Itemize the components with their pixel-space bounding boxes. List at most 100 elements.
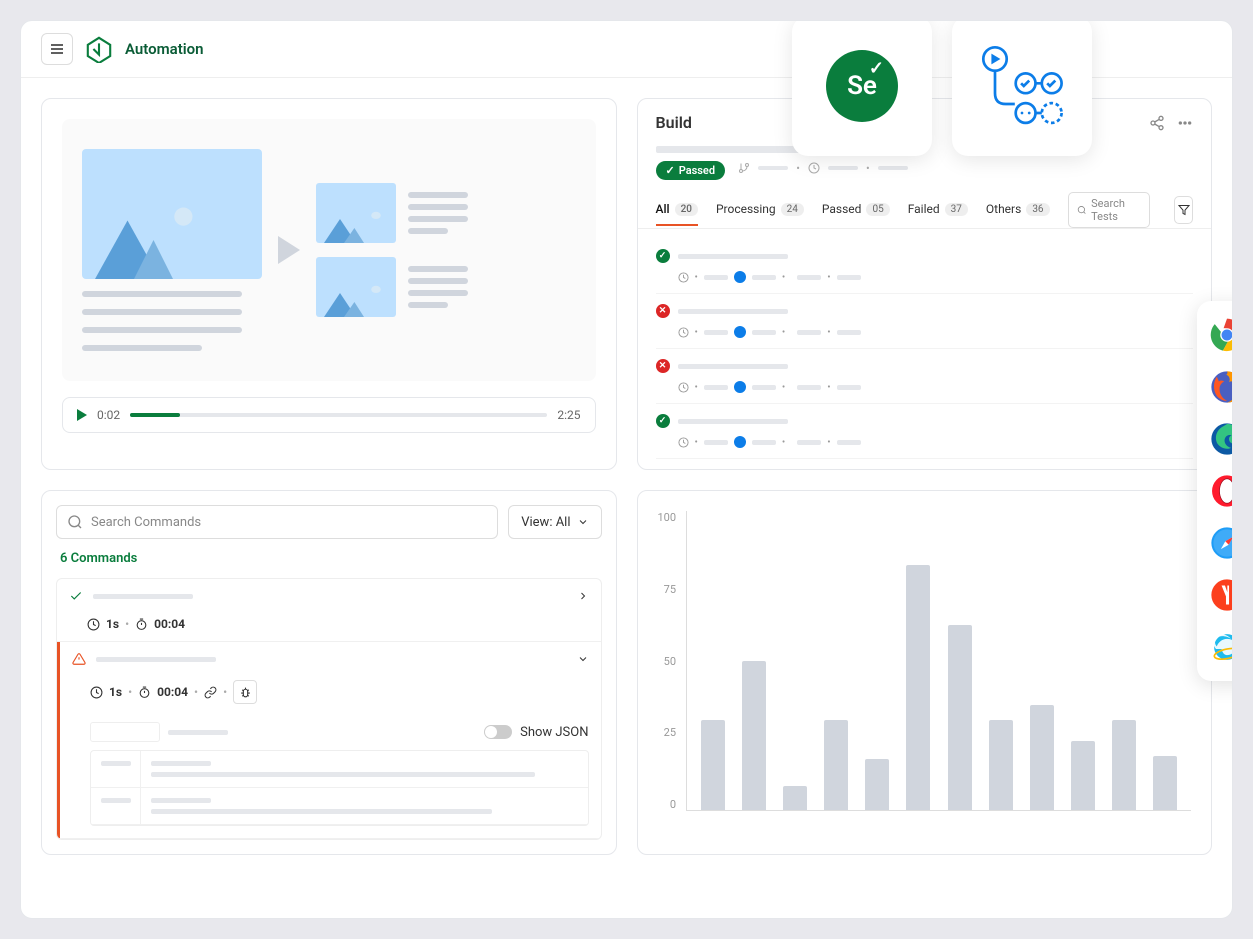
status-passed-icon: ✓ [656, 249, 670, 263]
chart-bar [824, 720, 848, 810]
test-row[interactable]: ✕ • • • [656, 294, 1194, 349]
check-icon [69, 589, 83, 603]
bug-icon [239, 686, 252, 699]
command-list: 1s• 00:04 1s• 0 [56, 578, 602, 840]
chart-bar [1112, 720, 1136, 810]
y-tick: 75 [664, 583, 676, 596]
y-tick: 25 [664, 726, 676, 739]
search-tests-input[interactable]: Search Tests [1068, 192, 1151, 228]
status-badge: ✓ Passed [656, 161, 726, 180]
brand-logo-icon [85, 35, 113, 63]
browser-dock [1197, 301, 1233, 681]
test-list: ✓ • • • ✕ • • • ✕ [638, 229, 1212, 469]
search-icon [1077, 204, 1087, 216]
chart-bars [686, 511, 1191, 811]
current-time: 0:02 [97, 408, 120, 422]
windows-icon [734, 271, 746, 283]
command-details-table [90, 750, 589, 826]
progress-slider[interactable] [130, 413, 547, 417]
video-thumbnail-area [62, 119, 596, 381]
windows-icon [734, 381, 746, 393]
chevron-down-icon [577, 653, 589, 665]
y-tick: 100 [658, 511, 677, 524]
play-button[interactable] [77, 409, 87, 421]
chevron-right-icon [577, 590, 589, 602]
test-row[interactable]: ✕ • • • [656, 349, 1194, 404]
command-item[interactable]: 1s• 00:04 [57, 579, 601, 642]
chart-bar [865, 759, 889, 810]
integration-github-actions [952, 20, 1092, 156]
ie-icon [1209, 629, 1233, 665]
safari-icon [1209, 525, 1233, 561]
chart-card: 100 75 50 25 0 [637, 490, 1213, 855]
integration-cards: Se [792, 20, 1092, 156]
github-actions-icon [977, 41, 1067, 131]
thumbnail-item [316, 257, 396, 317]
tab-processing[interactable]: Processing24 [716, 194, 804, 226]
build-tabs: All20 Processing24 Passed05 Failed37 Oth… [638, 192, 1212, 229]
chrome-icon [1209, 317, 1233, 353]
chart-bar [701, 720, 725, 810]
tab-all[interactable]: All20 [656, 194, 698, 226]
tab-passed[interactable]: Passed05 [822, 194, 890, 226]
chart-bar [1071, 741, 1095, 810]
tab-others[interactable]: Others36 [986, 194, 1050, 226]
test-row[interactable]: ✓ • • • [656, 404, 1194, 459]
show-json-label: Show JSON [520, 725, 588, 740]
main-content: 0:02 2:25 Build ✓ Passed •• All20 Proc [21, 78, 1232, 875]
play-icon [278, 236, 300, 264]
show-json-toggle[interactable] [484, 725, 512, 739]
test-row[interactable]: ✓ • • • [656, 239, 1194, 294]
chart-bar [906, 565, 930, 810]
commands-count: 6 Commands [56, 539, 602, 578]
app-window: Automation [20, 20, 1233, 919]
commands-card: Search Commands View: All 6 Commands [41, 490, 617, 855]
bug-button[interactable] [233, 680, 257, 704]
firefox-icon [1209, 369, 1233, 405]
clock-icon [87, 618, 100, 631]
edge-icon [1209, 421, 1233, 457]
chart-bar [948, 625, 972, 810]
duration: 2:25 [557, 408, 580, 422]
status-failed-icon: ✕ [656, 359, 670, 373]
yandex-icon [1209, 577, 1233, 613]
chart-bar [989, 720, 1013, 810]
clock-icon [678, 382, 689, 393]
chart-bar [783, 786, 807, 810]
search-commands-input[interactable]: Search Commands [56, 505, 498, 539]
stopwatch-icon [138, 686, 151, 699]
stopwatch-icon [135, 618, 148, 631]
link-icon [204, 686, 217, 699]
chevron-down-icon [577, 516, 589, 528]
y-tick: 50 [664, 655, 676, 668]
command-item[interactable]: 1s• 00:04• • Show JSON [57, 642, 601, 839]
windows-icon [734, 436, 746, 448]
integration-selenium: Se [792, 20, 932, 156]
view-dropdown[interactable]: View: All [508, 505, 601, 539]
branch-icon [738, 162, 750, 174]
video-preview-card: 0:02 2:25 [41, 98, 617, 470]
more-icon[interactable] [1177, 115, 1193, 131]
windows-icon [734, 326, 746, 338]
clock-icon [678, 327, 689, 338]
build-title: Build [656, 113, 692, 132]
clock-icon [808, 162, 820, 174]
status-passed-icon: ✓ [656, 414, 670, 428]
thumbnail-item [316, 183, 396, 243]
warning-icon [72, 652, 86, 666]
search-icon [67, 514, 83, 530]
opera-icon [1209, 473, 1233, 509]
hamburger-icon [49, 41, 65, 57]
chart-bar [742, 661, 766, 811]
chart-bar [1153, 756, 1177, 810]
app-title: Automation [125, 40, 204, 58]
tab-failed[interactable]: Failed37 [908, 194, 968, 226]
chart-bar [1030, 705, 1054, 810]
y-tick: 0 [670, 798, 676, 811]
hamburger-menu-button[interactable] [41, 33, 73, 65]
clock-icon [678, 437, 689, 448]
filter-button[interactable] [1174, 196, 1193, 224]
video-player-bar: 0:02 2:25 [62, 397, 596, 433]
share-icon[interactable] [1149, 115, 1165, 131]
selenium-icon: Se [826, 50, 898, 122]
